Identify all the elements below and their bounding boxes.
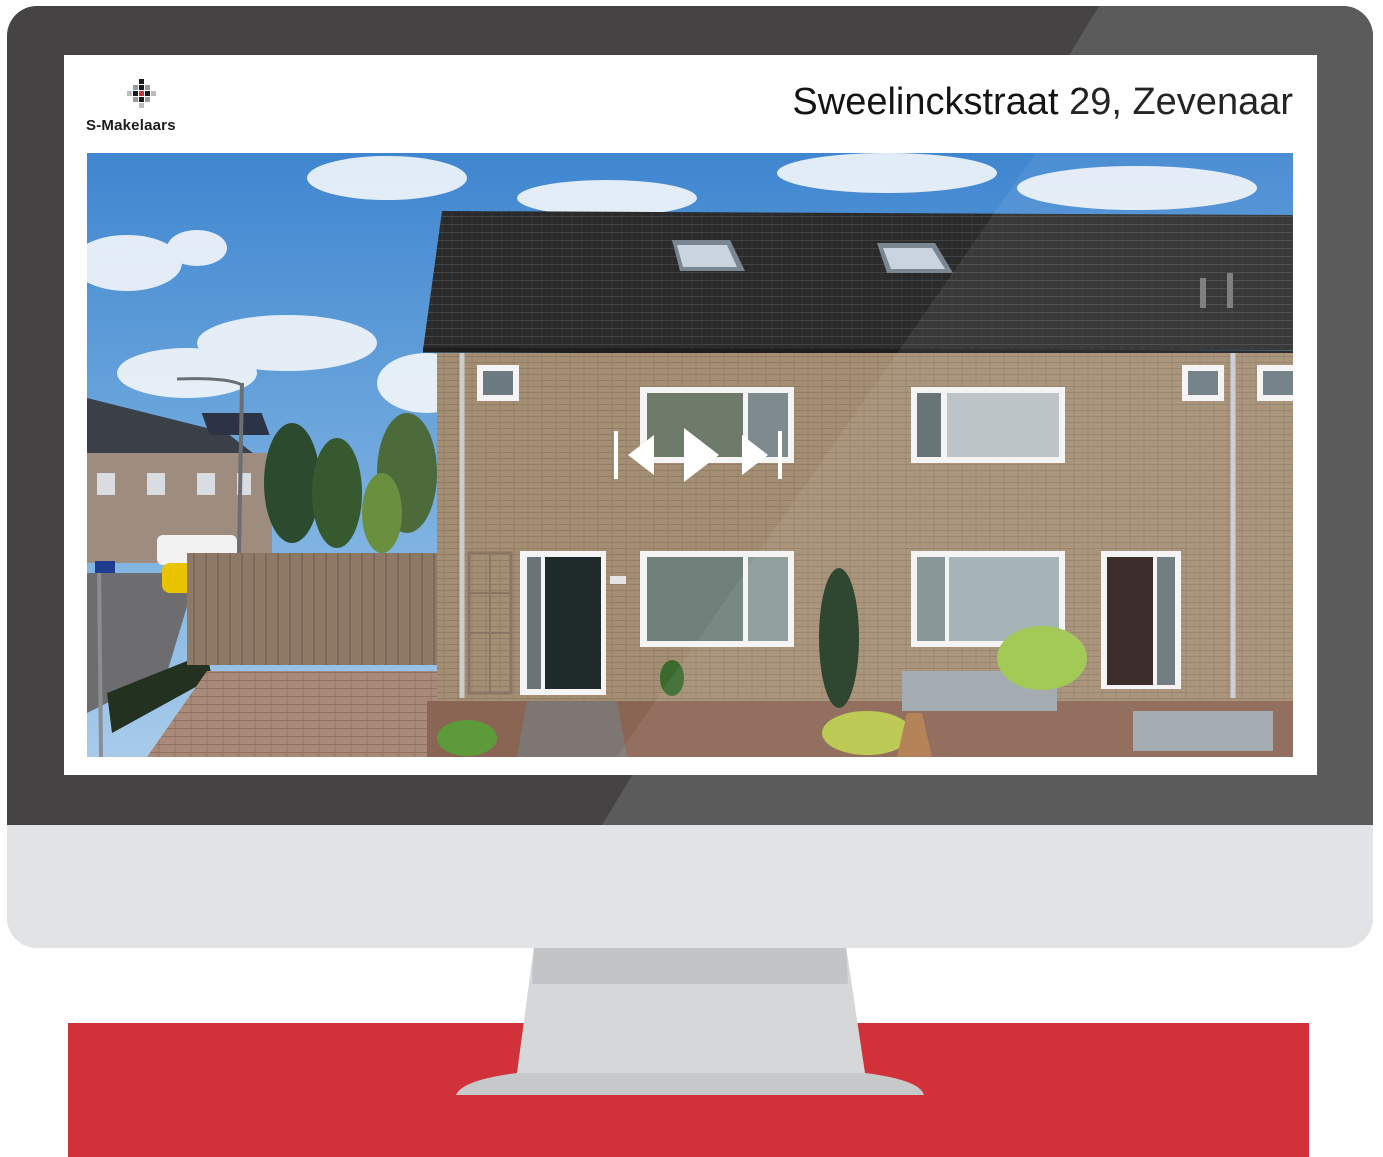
screen: S-Makelaars Sweelinckstraat 29, Zevenaar [64,55,1317,775]
listing-address: Sweelinckstraat 29, Zevenaar [792,81,1293,123]
skip-next-icon[interactable] [742,428,784,482]
logo-mark-icon [127,79,156,108]
house-number-plaque [610,576,626,584]
video-controls [614,428,784,482]
monitor-chin [7,825,1373,948]
property-video[interactable] [87,153,1293,757]
play-icon[interactable] [681,428,721,482]
monitor-frame: S-Makelaars Sweelinckstraat 29, Zevenaar [7,6,1373,948]
brand-name: S-Makelaars [86,117,176,134]
brand-logo[interactable]: S-Makelaars [86,79,206,139]
skip-previous-icon[interactable] [614,428,669,482]
